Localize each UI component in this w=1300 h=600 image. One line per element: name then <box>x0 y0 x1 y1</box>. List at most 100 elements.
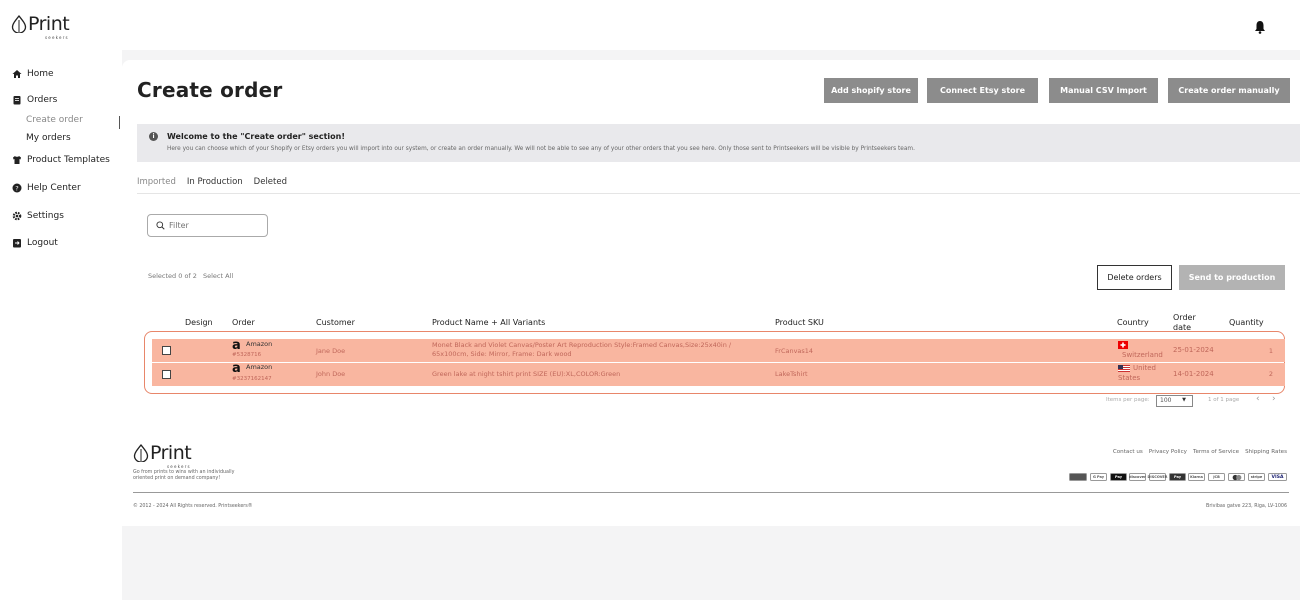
footer-logo[interactable]: Print seekers <box>133 442 192 469</box>
column-header-sku: Product SKU <box>775 318 824 327</box>
main-area: Create order Add shopify store Connect E… <box>122 50 1300 600</box>
logout-icon <box>13 239 21 248</box>
items-per-page-select[interactable]: 100 ▼ <box>1156 395 1193 407</box>
payment-badge <box>1069 473 1087 481</box>
sidebar-subitem-create-order[interactable]: Create order <box>26 115 83 125</box>
footer-link-contact[interactable]: Contact us <box>1113 449 1143 455</box>
row-checkbox[interactable] <box>162 346 171 355</box>
payment-badge: Klarna <box>1188 473 1205 481</box>
sidebar-item-label: Product Templates <box>27 155 110 165</box>
quantity: 1 <box>1268 347 1273 355</box>
drop-logo-icon <box>11 15 27 33</box>
info-text: Here you can choose which of your Shopif… <box>167 146 915 152</box>
payment-badge: DISCOVER <box>1147 473 1168 481</box>
tabs: Imported In Production Deleted <box>137 177 298 194</box>
sidebar: Home Orders Create order My orders Produ… <box>0 50 122 600</box>
select-all-link[interactable]: Select All <box>203 272 233 280</box>
order-id: #3237162147 <box>232 376 272 382</box>
order-date: 14-01-2024 <box>1173 370 1214 378</box>
footer-divider <box>133 492 1289 493</box>
sidebar-item-help-center[interactable]: ? Help Center <box>12 183 81 193</box>
selection-info: Selected 0 of 2 Select All <box>148 272 237 280</box>
send-to-production-button[interactable]: Send to production <box>1179 265 1285 290</box>
filter-input[interactable] <box>169 221 259 230</box>
mastercard-icon <box>1228 473 1245 481</box>
items-per-page-label: Items per page: <box>1106 397 1150 403</box>
column-header-quantity: Quantity <box>1229 318 1264 327</box>
sidebar-item-product-templates[interactable]: Product Templates <box>12 155 110 165</box>
manual-csv-import-button[interactable]: Manual CSV Import <box>1049 78 1158 103</box>
bell-icon[interactable] <box>1254 20 1266 34</box>
brand-name: Print <box>28 13 70 35</box>
drop-logo-icon <box>133 444 149 462</box>
footer-link-terms[interactable]: Terms of Service <box>1193 449 1239 455</box>
amazon-logo-icon: a <box>232 361 241 376</box>
help-icon: ? <box>12 183 22 193</box>
product-sku: LakeTshirt <box>775 370 808 378</box>
content-card: Create order Add shopify store Connect E… <box>122 60 1300 460</box>
product-name-line1: Green lake at night tshirt print SIZE (E… <box>432 370 621 378</box>
country-line2: States <box>1118 374 1141 382</box>
footer: Print seekers Go from prints to wins wit… <box>122 434 1300 526</box>
svg-text:?: ? <box>15 184 18 192</box>
column-header-design: Design <box>185 318 213 327</box>
add-shopify-store-button[interactable]: Add shopify store <box>824 78 918 103</box>
sidebar-item-label: Orders <box>27 95 58 105</box>
sidebar-item-label: Logout <box>27 238 58 248</box>
sidebar-item-orders[interactable]: Orders <box>12 95 57 105</box>
sidebar-item-home[interactable]: Home <box>12 69 54 79</box>
column-header-customer: Customer <box>316 318 355 327</box>
shirt-icon <box>13 156 21 164</box>
gear-icon <box>12 211 22 221</box>
items-per-page-value: 100 <box>1160 397 1172 404</box>
search-icon <box>156 221 165 230</box>
brand-name: Print <box>150 442 192 464</box>
filter-field[interactable] <box>147 214 268 237</box>
top-bar: Print seekers <box>0 0 1300 50</box>
tab-imported[interactable]: Imported <box>137 177 176 194</box>
column-header-product: Product Name + All Variants <box>432 318 546 327</box>
order-id: #5328716 <box>232 352 262 358</box>
customer-name: John Doe <box>316 370 346 378</box>
brand-logo[interactable]: Print seekers <box>11 13 70 40</box>
quantity: 2 <box>1268 370 1273 378</box>
prev-page-icon[interactable]: ‹ <box>1256 394 1260 404</box>
usa-flag-icon <box>1118 365 1130 372</box>
customer-name: Jane Doe <box>316 347 346 355</box>
info-banner: i Welcome to the "Create order" section!… <box>137 124 1300 162</box>
create-order-manually-button[interactable]: Create order manually <box>1168 78 1290 103</box>
table-row[interactable]: a Amazon #3237162147 John Doe Green lake… <box>152 361 1285 386</box>
brand-tagline: seekers <box>167 464 191 469</box>
delete-orders-button[interactable]: Delete orders <box>1097 265 1172 290</box>
footer-copyright: © 2012 - 2024 All Rights reserved. Print… <box>133 504 253 509</box>
selection-count: Selected 0 of 2 <box>148 272 197 280</box>
footer-link-privacy[interactable]: Privacy Policy <box>1149 449 1187 455</box>
tab-divider <box>137 193 1300 194</box>
sidebar-item-label: Settings <box>27 211 64 221</box>
sidebar-item-label: Home <box>27 69 54 79</box>
active-indicator <box>119 116 120 129</box>
sidebar-item-settings[interactable]: Settings <box>12 211 64 221</box>
payment-badge: G Pay <box>1090 473 1107 481</box>
table-row[interactable]: a Amazon #5328716 Jane Doe Monet Black a… <box>152 339 1285 362</box>
footer-link-shipping[interactable]: Shipping Rates <box>1245 449 1287 455</box>
amazon-logo-icon: a <box>232 338 241 353</box>
sidebar-item-label: Help Center <box>27 183 81 193</box>
next-page-icon[interactable]: › <box>1272 394 1276 404</box>
tab-in-production[interactable]: In Production <box>187 177 243 194</box>
payment-badge: Pay <box>1169 473 1186 481</box>
brand-tagline: seekers <box>45 35 69 40</box>
caret-down-icon: ▼ <box>1182 397 1186 403</box>
sidebar-subitem-my-orders[interactable]: My orders <box>26 133 71 143</box>
tab-deleted[interactable]: Deleted <box>254 177 287 194</box>
orders-icon <box>13 96 21 105</box>
footer-links: Contact us Privacy Policy Terms of Servi… <box>1107 449 1287 455</box>
payment-badge: stripe <box>1248 473 1265 481</box>
order-source: Amazon <box>246 363 273 371</box>
info-icon: i <box>149 132 158 141</box>
sidebar-item-logout[interactable]: Logout <box>12 238 58 248</box>
payment-badge: JCB <box>1208 473 1225 481</box>
row-checkbox[interactable] <box>162 370 171 379</box>
connect-etsy-store-button[interactable]: Connect Etsy store <box>927 78 1038 103</box>
column-header-order-date: Order date <box>1173 313 1196 332</box>
